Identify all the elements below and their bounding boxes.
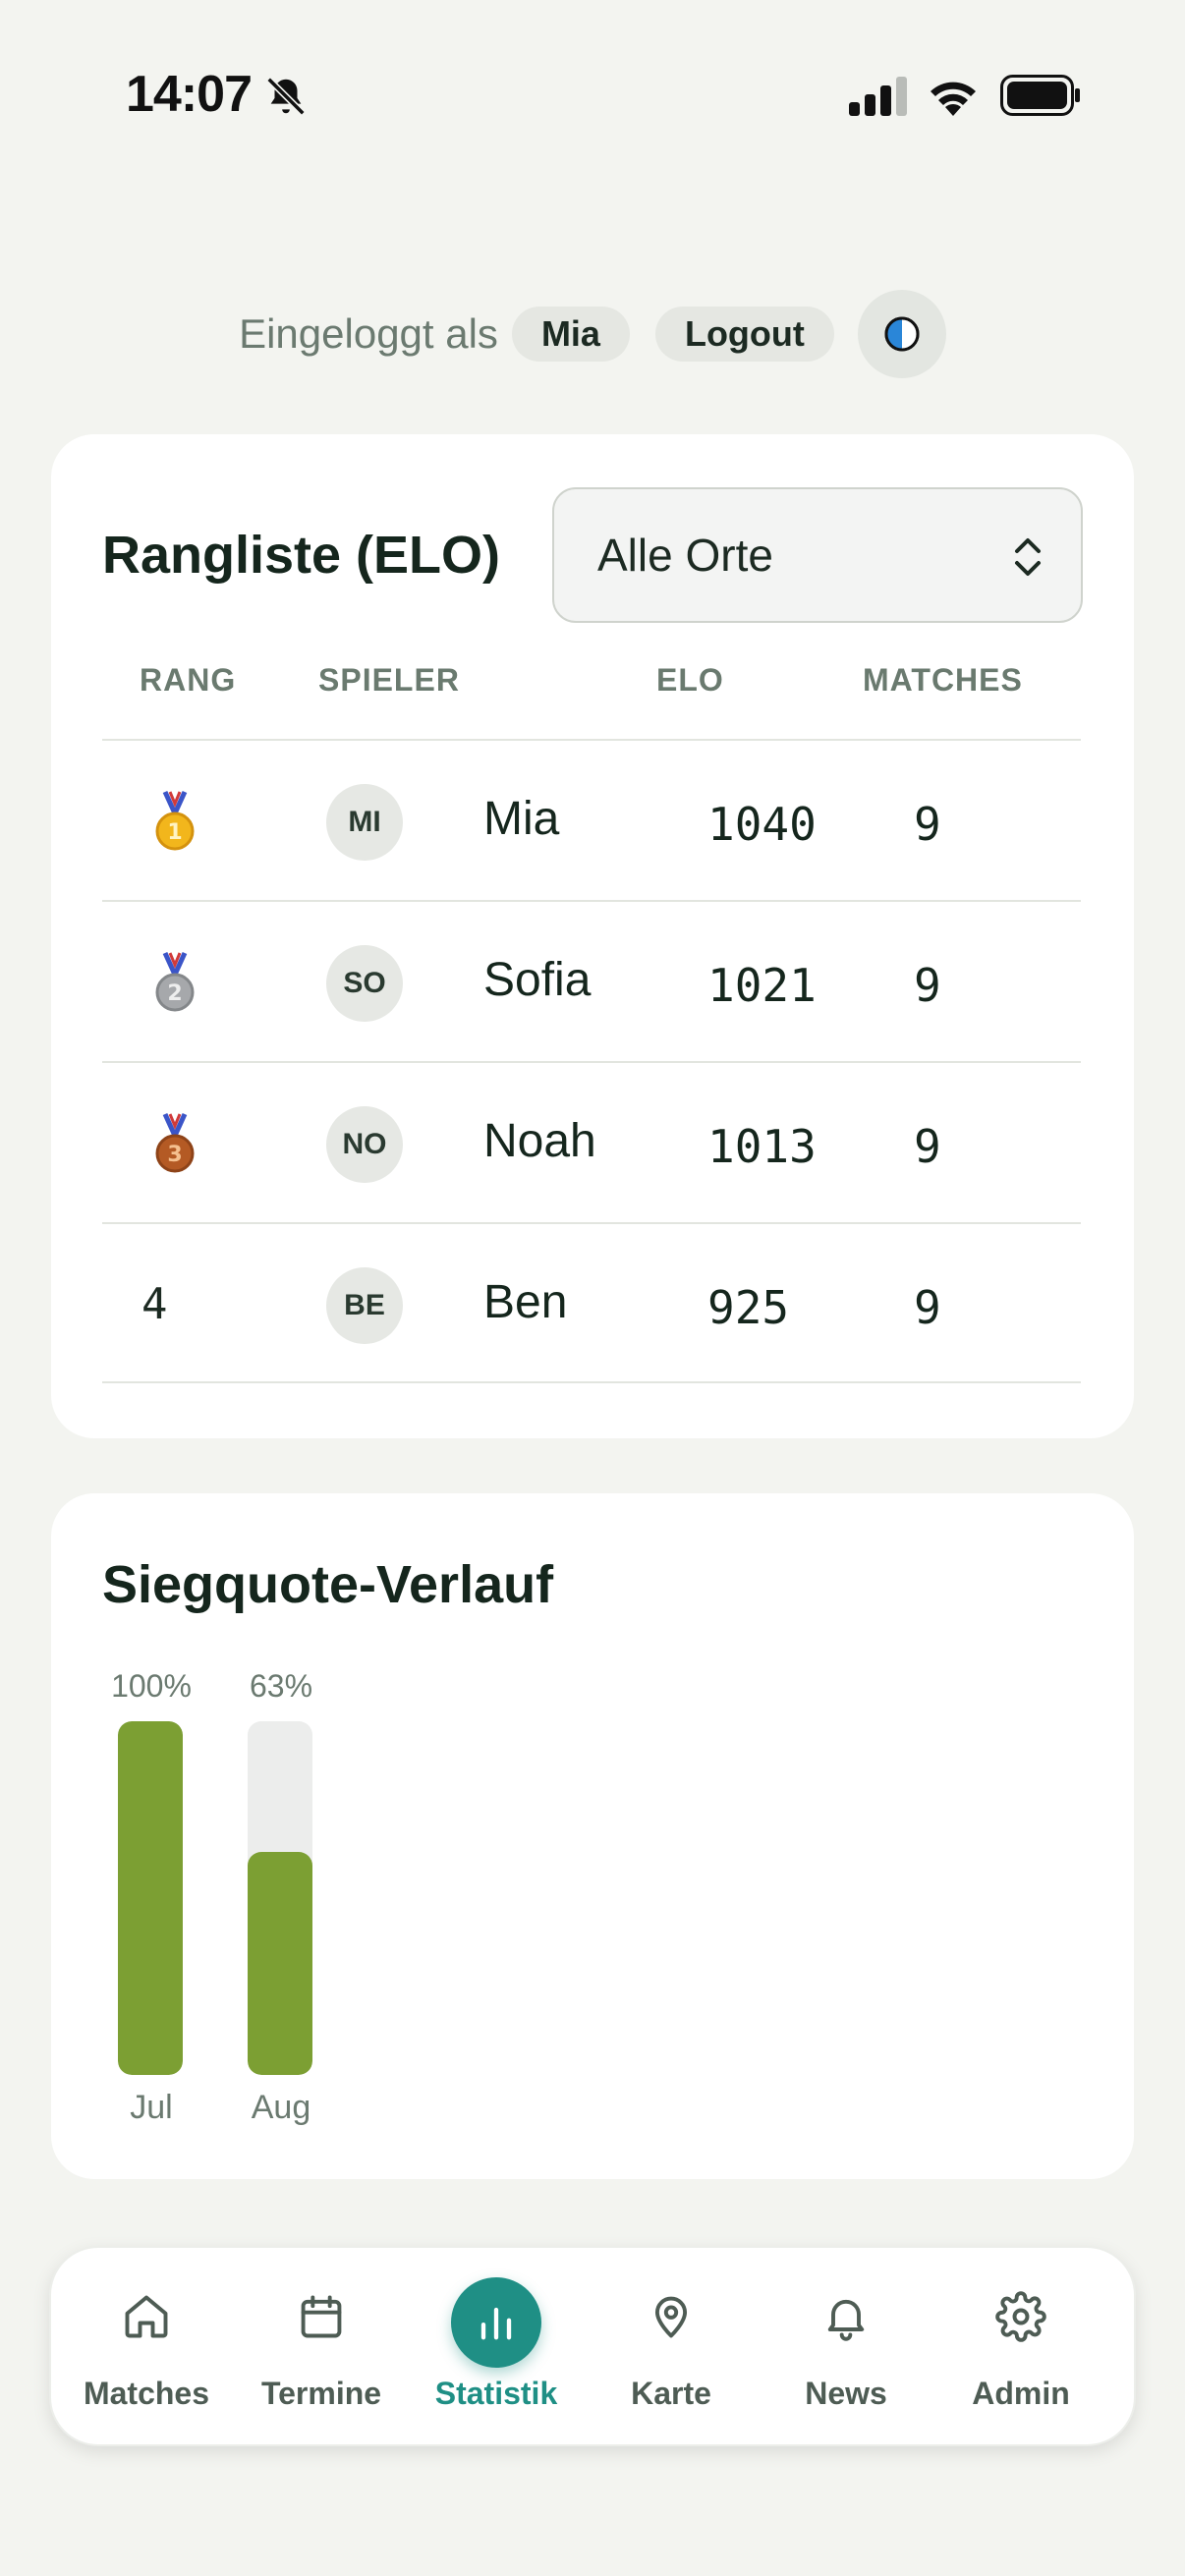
- bar-chart-icon: [480, 2307, 512, 2340]
- logout-button[interactable]: Logout: [654, 307, 834, 362]
- column-header-rang[interactable]: RANG: [140, 662, 236, 699]
- home-icon: [125, 2295, 168, 2338]
- elo-value: 1013: [707, 1120, 817, 1173]
- rank-number: 4: [141, 1279, 168, 1329]
- contrast-icon: [884, 316, 920, 352]
- avatar: NO: [326, 1106, 403, 1183]
- wifi-icon: [931, 82, 976, 116]
- win-rate-chart-card: Siegquote-Verlauf 100% Jul 63% Aug: [51, 1493, 1134, 2179]
- ranking-title: Rangliste (ELO): [102, 526, 501, 585]
- cellular-signal-icon: [849, 77, 907, 116]
- bar: [248, 1852, 312, 2075]
- nav-label: Admin: [972, 2376, 1070, 2411]
- login-label: Eingeloggt als: [239, 310, 498, 357]
- column-header-elo[interactable]: ELO: [656, 662, 724, 699]
- table-row[interactable]: 4 BE Ben 925 9: [102, 1222, 1081, 1383]
- gear-icon: [995, 2291, 1046, 2342]
- svg-text:1: 1: [167, 820, 182, 845]
- calendar-icon: [301, 2295, 342, 2338]
- svg-text:3: 3: [167, 1143, 182, 1167]
- table-row[interactable]: 2 SO Sofia 1021 9: [102, 900, 1081, 1061]
- nav-label: Statistik: [434, 2376, 558, 2411]
- nav-item-termine[interactable]: Termine: [234, 2248, 409, 2448]
- chart-title: Siegquote-Verlauf: [102, 1555, 554, 1614]
- bar: [118, 1721, 183, 2075]
- bar-value-label: 63%: [249, 1668, 313, 1704]
- avatar: BE: [326, 1267, 403, 1344]
- current-user-chip: Mia: [511, 307, 630, 362]
- x-tick-label: Jul: [130, 2089, 173, 2126]
- matches-value: 9: [914, 798, 941, 851]
- gold-medal-icon: 1: [155, 790, 195, 851]
- column-header-matches[interactable]: MATCHES: [863, 662, 1023, 699]
- nav-item-news[interactable]: News: [759, 2248, 933, 2448]
- elo-value: 1021: [707, 959, 817, 1012]
- nav-item-karte[interactable]: Karte: [584, 2248, 759, 2448]
- bronze-medal-icon: 3: [155, 1112, 195, 1173]
- ranking-card: Rangliste (ELO) Alle Orte RANG SPIELER E…: [51, 434, 1134, 1438]
- status-time: 14:07: [126, 66, 253, 123]
- nav-label: Termine: [260, 2376, 382, 2411]
- bar-column: 100% Jul: [102, 1668, 200, 2130]
- player-name: Sofia: [483, 954, 592, 1006]
- nav-label: News: [805, 2376, 887, 2411]
- bar-track: [118, 1721, 183, 2075]
- player-name: Noah: [483, 1115, 596, 1167]
- bar-column: 63% Aug: [232, 1668, 330, 2130]
- nav-item-admin[interactable]: Admin: [933, 2248, 1108, 2448]
- matches-value: 9: [914, 959, 941, 1012]
- bar-value-label: 100%: [111, 1668, 192, 1704]
- nav-item-matches[interactable]: Matches: [59, 2248, 234, 2448]
- bell-icon: [827, 2299, 865, 2341]
- status-bar: 14:07: [0, 0, 1185, 196]
- theme-toggle-button[interactable]: [857, 290, 946, 378]
- matches-value: 9: [914, 1120, 941, 1173]
- nav-label: Matches: [83, 2376, 210, 2411]
- matches-value: 9: [914, 1281, 941, 1334]
- nav-item-statistik[interactable]: Statistik: [409, 2248, 584, 2448]
- player-name: Mia: [483, 793, 560, 845]
- login-row: Eingeloggt als Mia Logout: [0, 290, 1185, 378]
- silver-medal-icon: 2: [155, 951, 195, 1012]
- chevron-up-down-icon: [1015, 538, 1041, 576]
- table-row[interactable]: 1 MI Mia 1040 9: [102, 739, 1081, 900]
- avatar: SO: [326, 945, 403, 1022]
- location-select[interactable]: Alle Orte: [552, 487, 1083, 623]
- map-pin-icon: [654, 2296, 688, 2338]
- nav-label: Karte: [631, 2376, 711, 2411]
- avatar: MI: [326, 784, 403, 861]
- x-tick-label: Aug: [251, 2089, 311, 2126]
- battery-icon: [1000, 75, 1080, 116]
- elo-value: 925: [707, 1281, 790, 1334]
- bell-off-icon: [266, 77, 306, 116]
- svg-text:2: 2: [167, 981, 182, 1006]
- player-name: Ben: [483, 1276, 568, 1328]
- table-row[interactable]: 3 NO Noah 1013 9: [102, 1061, 1081, 1222]
- bar-track: [248, 1721, 312, 2075]
- elo-value: 1040: [707, 798, 817, 851]
- bottom-navigation: Matches Termine Statistik Karte News Adm…: [49, 2246, 1136, 2446]
- column-header-spieler[interactable]: SPIELER: [318, 662, 460, 699]
- location-select-value: Alle Orte: [597, 530, 773, 581]
